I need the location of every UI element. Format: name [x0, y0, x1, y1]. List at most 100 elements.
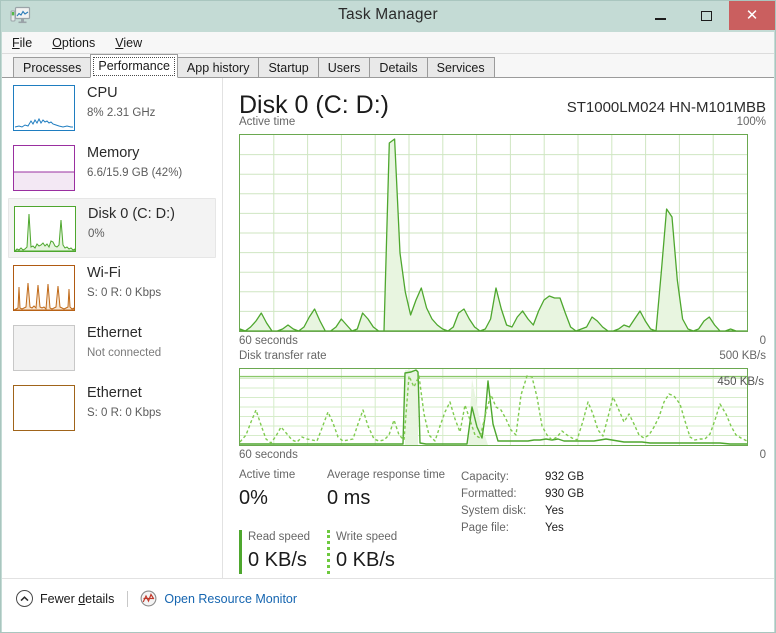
- footer-divider: [127, 591, 129, 607]
- info-value: 932 GB: [545, 471, 584, 483]
- menu-item-view[interactable]: View: [115, 36, 142, 50]
- menu-item-options[interactable]: Options: [52, 36, 95, 50]
- stat-value: 0 KB/s: [248, 549, 307, 571]
- stat-average-response-time: Average response time 0 ms: [327, 468, 467, 512]
- transfer-rate-xaxis-end: 0: [759, 449, 766, 461]
- sidebar-item-subtitle: 8% 2.31 GHz: [87, 107, 156, 119]
- sidebar-item-title: CPU: [87, 85, 118, 101]
- resource-monitor-icon: [140, 590, 157, 607]
- info-row: System disk: Yes: [461, 503, 584, 520]
- info-value: Yes: [545, 522, 564, 534]
- fewer-details-button[interactable]: Fewer details: [16, 590, 114, 607]
- tab-label: Performance: [98, 59, 170, 73]
- tab-label: Startup: [268, 60, 309, 75]
- resource-sidebar: CPU 8% 2.31 GHz Memory 6.6/15.9 GB (42%): [2, 78, 223, 578]
- disk-mini-graph: [13, 206, 76, 252]
- stat-label: Write speed: [336, 531, 398, 543]
- sidebar-item-memory[interactable]: Memory 6.6/15.9 GB (42%): [8, 138, 216, 198]
- active-time-plot: [240, 135, 747, 331]
- info-row: Formatted: 930 GB: [461, 486, 584, 503]
- transfer-rate-scale-annotation: 450 KB/s: [717, 376, 764, 388]
- stat-value: 0 KB/s: [336, 549, 395, 571]
- stat-value: 0%: [239, 487, 268, 509]
- footer-bar: Fewer details Open Resource Monitor: [2, 578, 774, 632]
- sidebar-item-ethernet-2[interactable]: Ethernet S: 0 R: 0 Kbps: [8, 378, 216, 438]
- sidebar-item-cpu[interactable]: CPU 8% 2.31 GHz: [8, 78, 216, 138]
- tab-performance[interactable]: Performance: [90, 54, 178, 78]
- sidebar-item-ethernet-1[interactable]: Ethernet Not connected: [8, 318, 216, 378]
- active-time-xaxis-end: 0: [759, 335, 766, 347]
- stat-write-speed: Write speed 0 KB/s: [327, 530, 457, 574]
- tab-label: Services: [436, 60, 485, 75]
- resource-monitor-label: Open Resource Monitor: [164, 591, 298, 606]
- sidebar-text: CPU 8% 2.31 GHz: [87, 83, 155, 122]
- stat-read-speed: Read speed 0 KB/s: [239, 530, 321, 574]
- tab-processes[interactable]: Processes: [13, 57, 92, 78]
- minimize-button[interactable]: [637, 1, 683, 30]
- stat-label: Read speed: [248, 531, 311, 543]
- active-time-series: [240, 138, 747, 331]
- stat-label: Average response time: [327, 469, 446, 481]
- transfer-rate-xaxis-start: 60 seconds: [239, 449, 298, 461]
- sidebar-item-disk-0[interactable]: Disk 0 (C: D:) 0%: [8, 198, 216, 258]
- info-key: Capacity:: [461, 471, 509, 483]
- ethernet-mini-graph: [13, 385, 75, 431]
- open-resource-monitor-link[interactable]: Open Resource Monitor: [140, 590, 297, 607]
- sidebar-item-title: Disk 0 (C: D:): [88, 206, 175, 222]
- sidebar-text: Disk 0 (C: D:) 0%: [88, 204, 175, 243]
- detail-pane: Disk 0 (C: D:) ST1000LM024 HN-M101MBB Ac…: [224, 78, 774, 578]
- sidebar-item-subtitle: S: 0 R: 0 Kbps: [87, 287, 162, 299]
- sidebar-item-subtitle: 6.6/15.9 GB (42%): [87, 167, 183, 179]
- active-time-graph: [239, 134, 748, 332]
- maximize-button[interactable]: [683, 1, 729, 30]
- fewer-details-label: Fewer details: [40, 591, 115, 606]
- memory-mini-graph: [13, 145, 75, 191]
- menu-bar: File Options View: [2, 32, 774, 54]
- tab-startup[interactable]: Startup: [258, 57, 319, 78]
- tab-label: Processes: [23, 60, 82, 75]
- info-key: Page file:: [461, 522, 509, 534]
- tab-users[interactable]: Users: [317, 57, 371, 78]
- tab-label: Details: [379, 60, 418, 75]
- stat-label: Active time: [239, 469, 296, 481]
- tab-strip: Processes Performance App history Startu…: [2, 54, 774, 78]
- info-row: Page file: Yes: [461, 520, 584, 537]
- sidebar-text: Wi-Fi S: 0 R: 0 Kbps: [87, 263, 161, 302]
- tab-services[interactable]: Services: [426, 57, 495, 78]
- info-row: Capacity: 932 GB: [461, 469, 584, 486]
- chevron-up-icon: [16, 590, 33, 607]
- wifi-mini-graph: [13, 265, 75, 311]
- info-value: Yes: [545, 505, 564, 517]
- maximize-icon: [700, 10, 712, 21]
- close-button[interactable]: ✕: [729, 1, 775, 30]
- info-key: System disk:: [461, 505, 527, 517]
- sidebar-item-title: Memory: [87, 145, 140, 161]
- sidebar-text: Ethernet Not connected: [87, 323, 161, 362]
- sidebar-item-wifi[interactable]: Wi-Fi S: 0 R: 0 Kbps: [8, 258, 216, 318]
- tab-label: Users: [327, 60, 361, 75]
- transfer-rate-max-label: 500 KB/s: [719, 350, 766, 362]
- sidebar-item-subtitle: S: 0 R: 0 Kbps: [87, 407, 162, 419]
- content-pane: CPU 8% 2.31 GHz Memory 6.6/15.9 GB (42%): [2, 78, 774, 578]
- task-manager-window: Task Manager ✕ File Options View Process…: [0, 0, 776, 633]
- disk-info-table: Capacity: 932 GB Formatted: 930 GB Syste…: [461, 469, 584, 537]
- read-speed-series: [240, 375, 747, 444]
- info-value: 930 GB: [545, 488, 584, 500]
- tab-details[interactable]: Details: [369, 57, 428, 78]
- sidebar-item-title: Ethernet: [87, 385, 142, 401]
- menu-item-file[interactable]: File: [12, 36, 32, 50]
- transfer-rate-graph-label: Disk transfer rate: [239, 350, 327, 362]
- sidebar-item-subtitle: Not connected: [87, 347, 162, 359]
- ethernet-mini-graph-disconnected: [13, 325, 75, 371]
- disk-transfer-rate-graph: [239, 368, 748, 446]
- active-time-graph-label: Active time: [239, 116, 296, 128]
- minimize-icon: [654, 17, 666, 20]
- sidebar-text: Memory 6.6/15.9 GB (42%): [87, 143, 182, 182]
- cpu-mini-graph: [13, 85, 75, 131]
- tab-app-history[interactable]: App history: [176, 57, 260, 78]
- transfer-rate-plot: [240, 369, 747, 445]
- stat-value: 0 ms: [327, 487, 371, 509]
- sidebar-item-title: Wi-Fi: [87, 265, 121, 281]
- info-key: Formatted:: [461, 488, 517, 500]
- sidebar-item-title: Ethernet: [87, 325, 142, 341]
